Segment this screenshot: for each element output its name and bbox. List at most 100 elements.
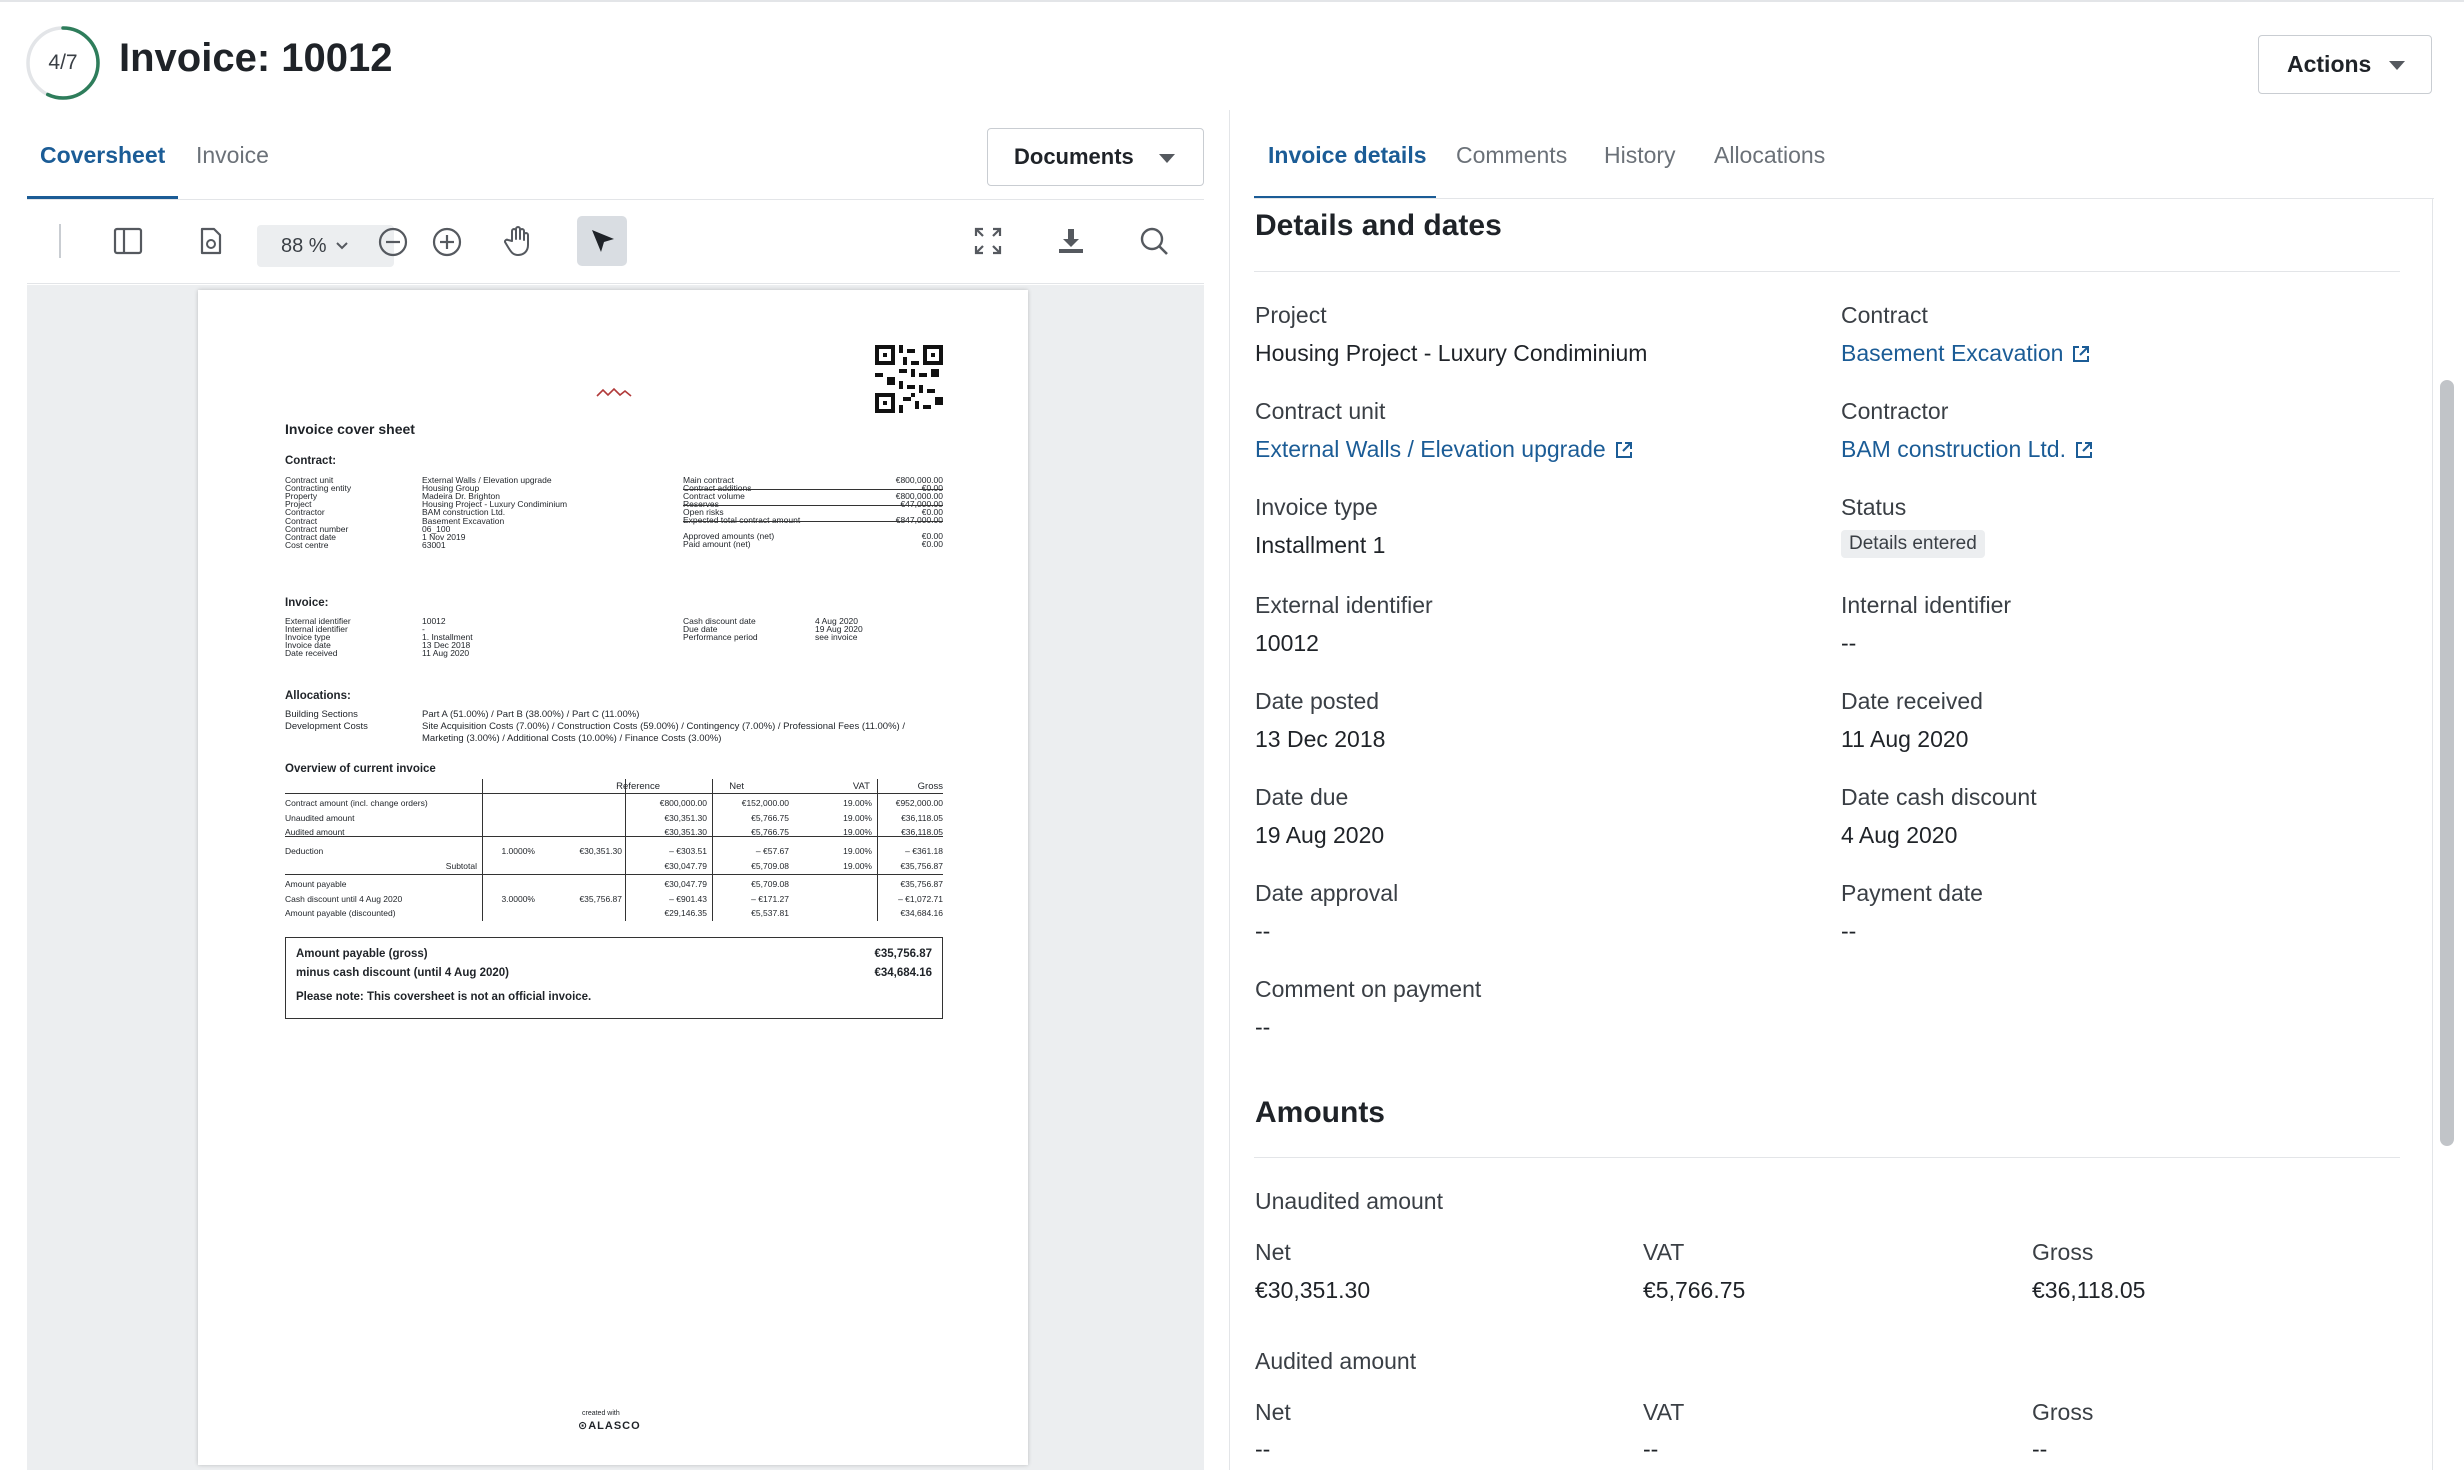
progress-ring: 4/7: [25, 25, 101, 101]
actions-button[interactable]: Actions: [2258, 35, 2432, 94]
contractor-link[interactable]: BAM construction Ltd.: [1841, 436, 2094, 463]
contract-link[interactable]: Basement Excavation: [1841, 340, 2091, 367]
pdf-table-rule: [285, 793, 943, 794]
zoom-out-icon[interactable]: [373, 222, 413, 262]
pdf-table-cell: €36,118.05: [901, 813, 943, 823]
comment-on-payment-value: --: [1255, 1014, 1271, 1040]
date-received-label: Date received: [1841, 688, 1983, 714]
pdf-summary-box: Amount payable (gross) €35,756.87 minus …: [285, 937, 943, 1019]
contract-unit-link-text: External Walls / Elevation upgrade: [1255, 436, 1606, 462]
details-section-title: Details and dates: [1255, 209, 1502, 242]
pdf-invoice-label: Date received: [285, 648, 338, 659]
contract-link-text: Basement Excavation: [1841, 340, 2064, 366]
pdf-allocations-heading: Allocations:: [285, 690, 351, 702]
status-badge: Details entered: [1841, 530, 1985, 558]
download-icon[interactable]: [1051, 221, 1091, 261]
pdf-table-rule: [482, 779, 483, 921]
date-posted-value: 13 Dec 2018: [1255, 726, 1386, 752]
unaudited-gross-value: €36,118.05: [2032, 1277, 2146, 1303]
pdf-table-cell: €952,000.00: [895, 798, 943, 808]
audited-vat-label: VAT: [1643, 1399, 1685, 1425]
audited-gross-label: Gross: [2032, 1399, 2094, 1425]
pdf-table-row-label: Cash discount until 4 Aug 2020: [285, 894, 403, 904]
tab-invoice[interactable]: Invoice: [196, 142, 269, 169]
status-label: Status: [1841, 494, 1907, 520]
pdf-table-cell: – €171.27: [751, 894, 789, 904]
pdf-amount-rule: [683, 505, 943, 506]
pdf-table-header: Reference: [616, 781, 660, 792]
search-icon[interactable]: [1134, 221, 1174, 261]
pdf-footer-brand: ⊙ALASCO: [578, 1419, 641, 1432]
pdf-table-row-label: Contract amount (incl. change orders): [285, 798, 428, 808]
pdf-table-rule: [625, 779, 626, 921]
tab-invoice-details[interactable]: Invoice details: [1268, 142, 1427, 169]
pdf-summary-gross-value: €35,756.87: [874, 948, 932, 960]
pdf-table-cell: €29,146.35: [664, 908, 707, 918]
zoom-in-icon[interactable]: [427, 222, 467, 262]
pdf-table-row-label: Amount payable: [285, 879, 347, 889]
unaudited-vat-value: €5,766.75: [1643, 1277, 1746, 1303]
pdf-footer-brand-text: ALASCO: [588, 1420, 641, 1432]
unaudited-amount-heading: Unaudited amount: [1255, 1188, 1443, 1214]
sidebar-toggle-icon[interactable]: [108, 221, 148, 261]
payment-date-label: Payment date: [1841, 880, 1983, 906]
pdf-table-cell: €30,047.79: [664, 861, 707, 871]
tab-allocations[interactable]: Allocations: [1714, 142, 1825, 169]
details-scrollbar[interactable]: [2440, 380, 2454, 1146]
pdf-table-cell: €5,709.08: [751, 861, 789, 871]
contract-label: Contract: [1841, 302, 1928, 328]
section-divider: [1254, 271, 2400, 272]
pdf-invoice-heading: Invoice:: [285, 597, 329, 609]
audited-vat-value: --: [1643, 1436, 1659, 1462]
pdf-page: Invoice cover sheet Contract: Invoice: A…: [198, 290, 1028, 1465]
chevron-down-icon: [1159, 154, 1175, 163]
pdf-table-cell: €30,351.30: [579, 846, 622, 856]
contract-unit-label: Contract unit: [1255, 398, 1386, 424]
contract-unit-link[interactable]: External Walls / Elevation upgrade: [1255, 436, 1634, 463]
unaudited-net-value: €30,351.30: [1255, 1277, 1371, 1303]
pdf-contract-label: Cost centre: [285, 539, 329, 550]
pdf-table-cell: – €1,072.71: [898, 894, 943, 904]
fullscreen-icon[interactable]: [968, 221, 1008, 261]
audited-net-label: Net: [1255, 1399, 1291, 1425]
documents-dropdown-label: Documents: [1014, 144, 1134, 169]
unaudited-net-label: Net: [1255, 1239, 1291, 1265]
date-cash-discount-label: Date cash discount: [1841, 784, 2037, 810]
pdf-table-cell: – €901.43: [669, 894, 707, 904]
pdf-table-cell: €30,351.30: [664, 827, 707, 837]
pdf-allocation-value: Marketing (3.00%) / Additional Costs (10…: [422, 733, 722, 744]
internal-identifier-label: Internal identifier: [1841, 592, 2012, 618]
toolbar-separator: [59, 224, 61, 258]
select-tool-button[interactable]: [577, 216, 627, 266]
pdf-table-rule: [712, 779, 713, 921]
external-link-icon: [2073, 345, 2090, 362]
pdf-table-cell: 3.0000%: [501, 894, 535, 904]
document-settings-icon[interactable]: [190, 221, 230, 261]
pdf-amount-rule: [683, 521, 943, 522]
hand-tool-icon[interactable]: [498, 221, 538, 261]
pdf-table-cell: €35,756.87: [900, 879, 943, 889]
pdf-allocation-label: Development Costs: [285, 721, 368, 732]
pdf-allocation-value: Part A (51.00%) / Part B (38.00%) / Part…: [422, 709, 640, 720]
pdf-viewer-toolbar: 88 %: [27, 200, 1204, 284]
pdf-invoice-value: 10012: [422, 616, 446, 626]
chevron-down-icon: [2389, 61, 2405, 70]
internal-identifier-value: --: [1841, 630, 1857, 656]
pdf-table-row-label: Deduction: [285, 846, 324, 856]
tab-coversheet[interactable]: Coversheet: [40, 142, 165, 169]
tab-comments[interactable]: Comments: [1456, 142, 1567, 169]
documents-dropdown[interactable]: Documents: [987, 128, 1204, 186]
pdf-table-cell: 19.00%: [843, 846, 872, 856]
page-title: Invoice: 10012: [119, 36, 393, 80]
payment-date-value: --: [1841, 918, 1857, 944]
date-due-label: Date due: [1255, 784, 1349, 810]
progress-text: 4/7: [48, 51, 78, 74]
invoice-type-label: Invoice type: [1255, 494, 1378, 520]
tab-history[interactable]: History: [1604, 142, 1676, 169]
pdf-table-row-label: Amount payable (discounted): [285, 908, 396, 918]
pdf-table-cell: €5,709.08: [751, 879, 789, 889]
top-border: [0, 0, 2464, 2]
contractor-label: Contractor: [1841, 398, 1949, 424]
pane-divider[interactable]: [1229, 110, 1230, 1470]
pdf-viewer[interactable]: Invoice cover sheet Contract: Invoice: A…: [27, 285, 1204, 1470]
